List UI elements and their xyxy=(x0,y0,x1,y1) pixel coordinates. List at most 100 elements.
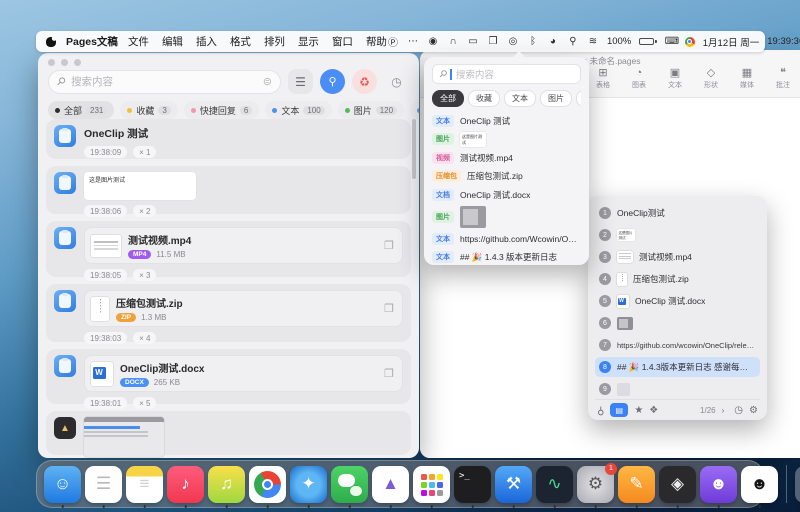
bluetooth-icon[interactable]: ᛒ xyxy=(527,36,539,47)
pages-tool-批注[interactable]: ❝批注 xyxy=(772,67,794,90)
tags-icon[interactable]: ❖ xyxy=(649,405,658,416)
dock-item-cube-app[interactable]: ◈ xyxy=(659,466,696,503)
dock-item-terminal[interactable]: >_ xyxy=(454,466,491,503)
menubar-date[interactable]: 1月12日 周一 xyxy=(703,35,760,49)
menu-app-name[interactable]: Pages文稿 xyxy=(66,34,118,49)
menu-item-排列[interactable]: 排列 xyxy=(264,34,285,49)
dock-item-qq[interactable]: ☻ xyxy=(741,466,778,503)
filter-chip-快捷回复[interactable]: 快捷回复6 xyxy=(184,101,259,119)
wifi-icon[interactable]: ≋ xyxy=(587,36,599,47)
pages-tool-形状[interactable]: ◇形状 xyxy=(700,67,722,90)
pages-tool-图表[interactable]: ◔图表 xyxy=(628,67,650,90)
scrollbar[interactable] xyxy=(412,119,416,179)
dock-item-launchpad[interactable] xyxy=(413,466,450,503)
file-copy-icon[interactable]: ❐ xyxy=(384,239,394,252)
quick-panel-item[interactable]: 2这是图片测试 xyxy=(595,225,760,245)
dock-item-xcode[interactable]: ⚒ xyxy=(495,466,532,503)
clipboard-item[interactable]: 测试视频.mp4MP411.5 MB❐19:38:05× 3 xyxy=(46,221,411,277)
dock-item-chrome[interactable] xyxy=(249,466,286,503)
quick-panel-item[interactable]: 7https://github.com/wcowin/OneClip/relea… xyxy=(595,335,760,355)
popover-item[interactable]: 文本https://github.com/Wcowin/OneClip/r... xyxy=(432,231,581,246)
pages-tool-文本[interactable]: ▣文本 xyxy=(664,67,686,90)
quick-panel-item[interactable]: 9 xyxy=(595,379,760,399)
display-icon[interactable]: ▭ xyxy=(467,36,479,47)
quick-panel-item[interactable]: 1OneClip测试 xyxy=(595,203,760,223)
popover-item[interactable]: 文档OneClip 测试.docx xyxy=(432,187,581,202)
menu-item-插入[interactable]: 插入 xyxy=(196,34,217,49)
quick-panel-item[interactable]: 3测试视频.mp4 xyxy=(595,247,760,267)
filter-chip-收藏[interactable]: 收藏3 xyxy=(120,101,177,119)
dock-item-activity-monitor[interactable]: ∿ xyxy=(536,466,573,503)
search-input[interactable]: ⚲ 搜索内容 ⊜ xyxy=(48,70,281,94)
dock-item-reminders[interactable]: ☰ xyxy=(85,466,122,503)
play-circle-icon[interactable]: ◉ xyxy=(427,36,439,47)
quick-panel-item[interactable]: 5OneClip 测试.docx xyxy=(595,291,760,311)
popover-pill-全部[interactable]: 全部 xyxy=(432,90,464,107)
screen-record-icon[interactable]: ◎ xyxy=(507,36,519,47)
popover-pill-图片[interactable]: 图片 xyxy=(540,90,572,107)
menu-item-显示[interactable]: 显示 xyxy=(298,34,319,49)
trash-button[interactable]: ♻ xyxy=(352,69,377,94)
popover-pill-收藏[interactable]: 收藏 xyxy=(468,90,500,107)
star-icon[interactable]: ★ xyxy=(634,405,643,416)
pakeplus-icon[interactable]: Ⓟ xyxy=(387,34,399,49)
apple-logo-icon[interactable] xyxy=(46,37,56,47)
popover-item[interactable]: 文本## 🎉 1.4.3 版本更新日志 xyxy=(432,250,581,265)
clipboard-item[interactable]: ▲ xyxy=(46,411,411,455)
quick-panel-item[interactable]: 6 xyxy=(595,313,760,333)
popover-pill-文档[interactable]: 文档 xyxy=(576,90,581,107)
keyboard-icon[interactable]: ⌨ xyxy=(665,36,677,47)
filter-chip-图片[interactable]: 图片120 xyxy=(338,101,404,119)
gear-icon[interactable]: ⚙ xyxy=(749,405,758,416)
dock-item-rocket-app[interactable]: ▲ xyxy=(372,466,409,503)
clipboard-icon[interactable]: ❐ xyxy=(487,36,499,47)
quick-panel-item[interactable]: 4压缩包测试.zip xyxy=(595,269,760,289)
list-mode-button[interactable]: ▤ xyxy=(610,403,628,417)
chrome-status-icon[interactable] xyxy=(685,37,695,47)
clipboard-item[interactable]: 这是图片测试19:38:06× 2 xyxy=(46,166,411,214)
popover-item[interactable]: 文本OneClip 测试 xyxy=(432,113,581,128)
popover-pill-文本[interactable]: 文本 xyxy=(504,90,536,107)
list-view-button[interactable]: ☰ xyxy=(288,69,313,94)
pages-tool-媒体[interactable]: ▦媒体 xyxy=(736,67,758,90)
dock-item-apple-music[interactable]: ♪ xyxy=(167,466,204,503)
filter-chip-全部[interactable]: 全部231 xyxy=(48,101,114,119)
dock-item-trash[interactable]: ♻ xyxy=(795,466,800,503)
quick-panel-item[interactable]: 8## 🎉 1.4.3版本更新日志 感谢每一位曾经和未... xyxy=(595,357,760,377)
pin-icon[interactable]: ⚲ xyxy=(597,405,604,416)
popover-item[interactable]: 图片 xyxy=(432,206,581,228)
headphones-icon[interactable]: ∩ xyxy=(447,36,459,47)
filter-chip-文档[interactable]: 文档5 xyxy=(410,101,419,119)
clipboard-item[interactable]: OneClip 测试19:38:09× 1 xyxy=(46,119,411,159)
file-copy-icon[interactable]: ❐ xyxy=(384,302,394,315)
popover-item[interactable]: 图片这是图片测试 xyxy=(432,132,581,147)
history-button[interactable]: ◷ xyxy=(384,69,409,94)
popover-item[interactable]: 视频测试视频.mp4 xyxy=(432,150,581,165)
search-icon[interactable]: ⚲ xyxy=(567,36,579,47)
menu-item-文件[interactable]: 文件 xyxy=(128,34,149,49)
clipboard-item[interactable]: OneClip测试.docxDOCX265 KB❐19:38:01× 5 xyxy=(46,349,411,404)
dock-item-finder[interactable]: ☺ xyxy=(44,466,81,503)
pages-tool-表格[interactable]: ⊞表格 xyxy=(592,67,614,90)
dock-item-github[interactable]: ☻ xyxy=(700,466,737,503)
menu-item-帮助[interactable]: 帮助 xyxy=(366,34,387,49)
popover-item[interactable]: 压缩包压缩包测试.zip xyxy=(432,169,581,184)
popover-search-input[interactable]: ⚲ 搜索内容 xyxy=(432,64,581,84)
menu-item-格式[interactable]: 格式 xyxy=(230,34,251,49)
clock-icon[interactable]: ◷ xyxy=(734,405,743,416)
menu-item-编辑[interactable]: 编辑 xyxy=(162,34,183,49)
dock-item-safari[interactable]: ✦ xyxy=(290,466,327,503)
dock-item-wechat[interactable] xyxy=(331,466,368,503)
filter-icon[interactable]: ⊜ xyxy=(263,75,272,88)
menu-item-窗口[interactable]: 窗口 xyxy=(332,34,353,49)
dock-item-notes[interactable]: ≡ xyxy=(126,466,163,503)
dock-item-system-settings[interactable]: ⚙1 xyxy=(577,466,614,503)
next-page-button[interactable]: › xyxy=(722,406,725,415)
compass-icon[interactable]: ◕ xyxy=(547,36,559,47)
filter-chip-文本[interactable]: 文本100 xyxy=(265,101,331,119)
menubar-clock[interactable]: 19:39:36 xyxy=(767,36,800,47)
more-icon[interactable]: ⋯ xyxy=(407,36,419,47)
file-copy-icon[interactable]: ❐ xyxy=(384,367,394,380)
dock-item-qq-music[interactable]: ♫ xyxy=(208,466,245,503)
dock-item-pages[interactable]: ✎ xyxy=(618,466,655,503)
